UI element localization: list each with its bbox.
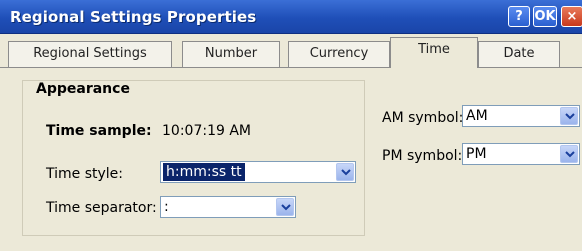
tab-regional-settings[interactable]: Regional Settings [8,41,172,67]
pm-symbol-dropdown[interactable]: PM [462,143,580,165]
tab-date[interactable]: Date [478,41,560,67]
chevron-down-icon[interactable] [276,198,294,216]
close-button[interactable]: × [561,6,582,27]
tab-time[interactable]: Time [390,37,478,68]
window-title: Regional Settings Properties [10,8,257,26]
time-style-label: Time style: [46,166,123,182]
am-symbol-label: AM symbol: [382,110,464,126]
time-separator-dropdown[interactable]: : [160,196,296,218]
tab-strip: Regional Settings Number Currency Time D… [0,34,582,68]
time-separator-label: Time separator: [46,200,157,216]
time-style-dropdown[interactable]: h:mm:ss tt [160,161,356,183]
am-symbol-value: AM [466,108,488,124]
time-sample-value: 10:07:19 AM [162,123,251,139]
chevron-down-icon[interactable] [336,163,354,181]
pm-symbol-value: PM [466,146,487,162]
appearance-group-label: Appearance [34,81,132,97]
time-sample-label: Time sample: [46,123,152,139]
tab-content-border [0,67,582,68]
tab-currency[interactable]: Currency [288,41,390,67]
pm-symbol-label: PM symbol: [382,148,463,164]
chevron-down-icon[interactable] [560,107,578,125]
chevron-down-icon[interactable] [560,145,578,163]
time-separator-value: : [164,199,169,215]
help-button[interactable]: ? [508,6,530,27]
time-style-value: h:mm:ss tt [163,163,245,181]
ok-button[interactable]: OK [533,6,557,27]
title-bar: Regional Settings Properties ? OK × [0,0,582,34]
am-symbol-dropdown[interactable]: AM [462,105,580,127]
tab-number[interactable]: Number [182,41,280,67]
